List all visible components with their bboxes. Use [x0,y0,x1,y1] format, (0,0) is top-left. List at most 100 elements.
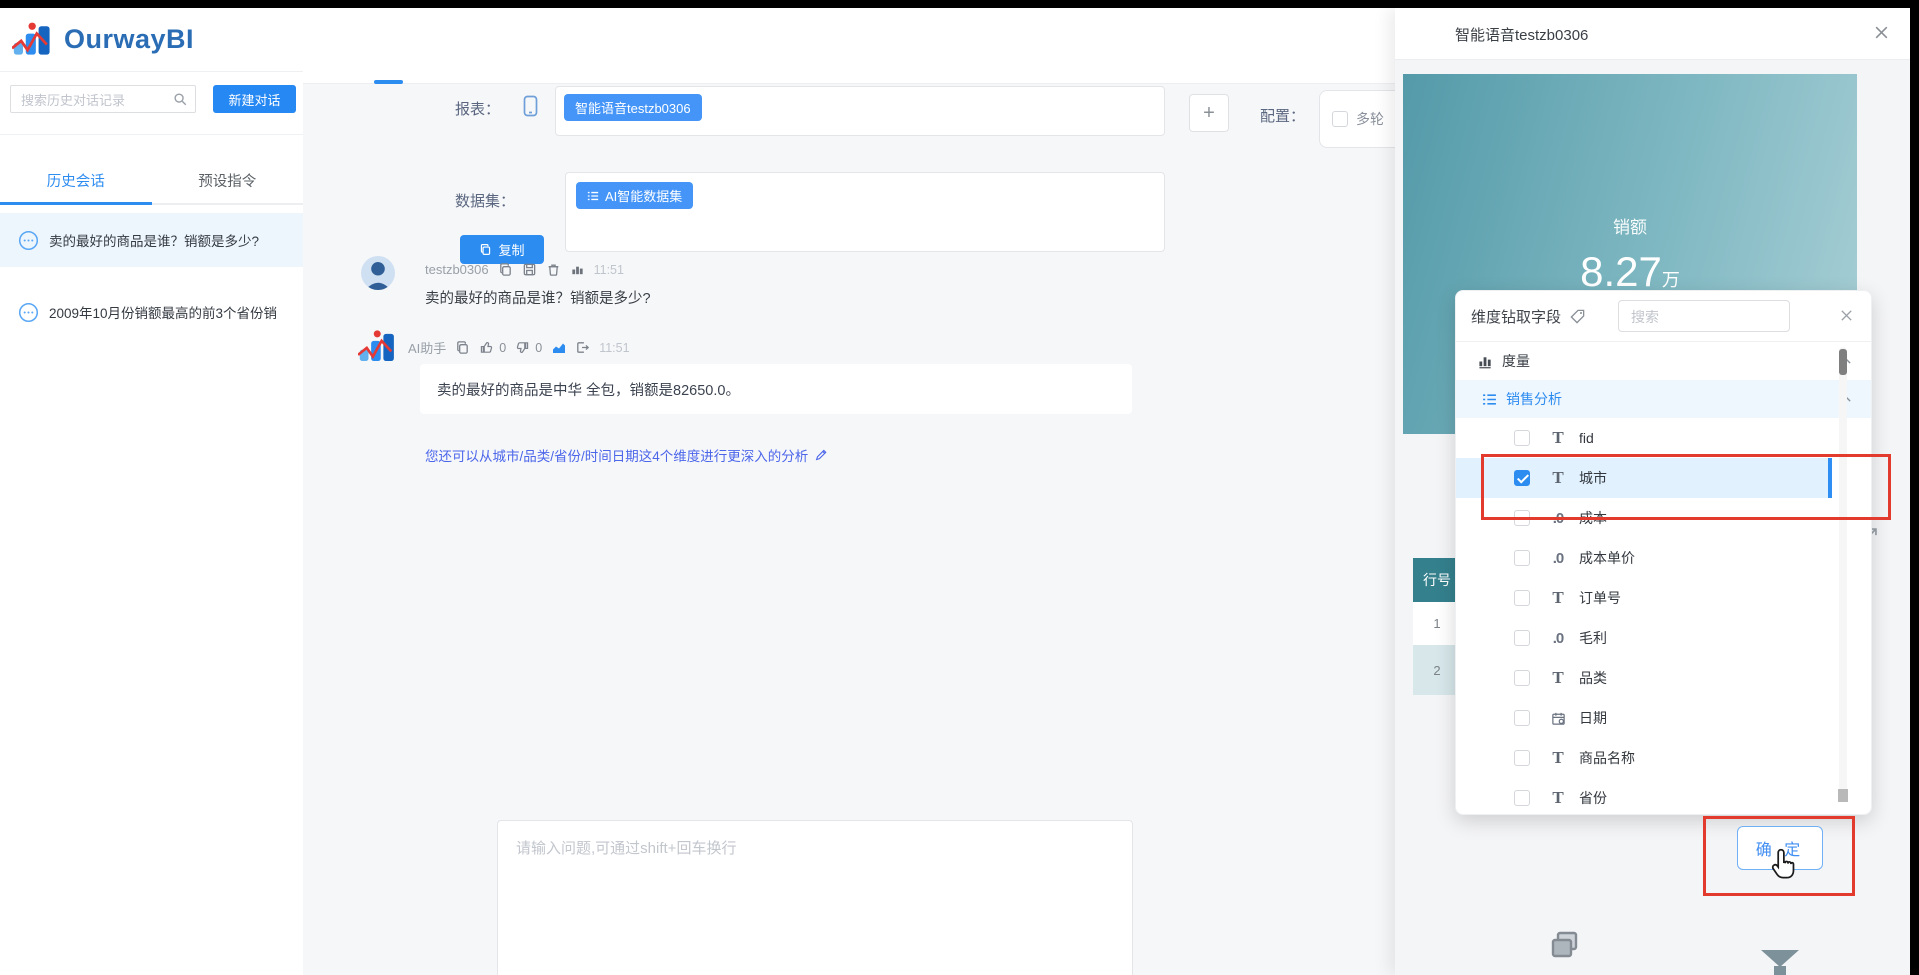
question-composer[interactable] [497,820,1133,975]
field-row-city[interactable]: T 城市 [1456,458,1832,498]
history-item-text: 卖的最好的商品是谁？销额是多少? [49,234,260,249]
field-checkbox[interactable] [1514,430,1530,446]
number-type-icon: .0 [1552,509,1565,527]
field-row-product-name[interactable]: T 商品名称 [1456,738,1832,778]
sidebar-divider [0,134,303,135]
multi-turn-checkbox[interactable] [1332,111,1348,127]
edit-pencil-icon [814,448,828,462]
ai-message-text: 卖的最好的商品是中华 全包，销额是82650.0。 [437,382,740,399]
field-row-category[interactable]: T 品类 [1456,658,1832,698]
thumbs-down-count: 0 [535,340,543,355]
grid-cell: 2 [1413,645,1461,695]
field-row-province[interactable]: T 省份 [1456,778,1832,814]
dataset-label: 数据集： [455,193,516,210]
number-type-icon: .0 [1552,549,1565,567]
history-search[interactable] [10,85,196,113]
text-type-icon: T [1552,588,1564,607]
field-checkbox[interactable] [1514,750,1530,766]
drill-suggestion-link[interactable]: 您还可以从城市/品类/省份/时间日期这4个维度进行更深入的分析 [425,445,828,465]
add-report-button[interactable]: + [1189,94,1229,132]
copy-message-icon[interactable] [498,262,513,277]
logo-chart-icon [12,21,56,59]
copy-message-icon[interactable] [455,340,470,355]
text-type-icon: T [1552,748,1564,767]
field-checkbox[interactable] [1514,710,1530,726]
field-checkbox[interactable] [1514,670,1530,686]
scrollbar-down-button[interactable] [1838,789,1848,802]
multi-turn-label: 多轮 [1356,111,1384,127]
report-tag[interactable]: 智能语音testzb0306 [564,94,702,121]
field-row-fid[interactable]: T fid [1456,418,1832,458]
scrollbar-thumb[interactable] [1839,349,1847,375]
layers-icon[interactable] [1545,926,1585,966]
field-checkbox[interactable] [1514,590,1530,606]
grid-header-cell: 行号 [1413,558,1461,602]
app-window: OurwayBI 新建对话 历史会话 预设指令 [0,8,1910,975]
mouse-cursor-icon [1767,848,1799,880]
export-icon[interactable] [575,340,590,355]
drill-close-icon[interactable] [1839,308,1854,323]
field-checkbox[interactable] [1514,630,1530,646]
field-row-cost-unit-price[interactable]: .0 成本单价 [1456,538,1832,578]
user-message-header: testzb0306 11:51 [425,262,624,277]
drill-search[interactable] [1618,300,1790,332]
history-search-input[interactable] [19,87,173,113]
ai-message-header: AI助手 0 0 11:51 [408,338,630,357]
measure-icon [1478,354,1493,369]
tab-history[interactable]: 历史会话 [0,158,152,205]
history-item[interactable]: 2009年10月份销额最高的前3个省份销 [0,285,303,339]
config-label: 配置： [1260,108,1306,125]
filter-icon-stem [1774,966,1786,975]
text-type-icon: T [1552,468,1564,487]
delete-message-icon[interactable] [546,262,561,277]
area-chart-icon[interactable] [551,340,566,355]
tab-presets[interactable]: 预设指令 [152,158,304,203]
search-icon [173,92,188,107]
field-row-gross-profit[interactable]: .0 毛利 [1456,618,1832,658]
thumbs-down-icon[interactable] [515,340,530,355]
right-black-strip [1910,0,1919,975]
ai-message-bubble: 卖的最好的商品是中华 全包，销额是82650.0。 [420,364,1132,414]
field-row-cost[interactable]: .0 成本 [1456,498,1832,538]
panel-close-icon[interactable] [1873,24,1890,41]
chat-bubble-icon [18,302,39,323]
dataset-tag[interactable]: AI智能数据集 [576,182,694,209]
field-row-order-no[interactable]: T 订单号 [1456,578,1832,618]
question-input[interactable] [514,835,1121,959]
save-message-icon[interactable] [522,262,537,277]
grid-cell: 1 [1413,602,1461,645]
drill-field-dropdown: 维度钻取字段 搜索 度量 销售分析 T fid T 城市 .0 成本 .0 成本… [1455,290,1872,815]
user-name: testzb0306 [425,262,489,277]
history-item-text: 2009年10月份销额最高的前3个省份销 [49,306,278,321]
kpi-unit: 万 [1661,269,1680,290]
copy-button[interactable]: 复制 [460,235,544,264]
scrollbar-track[interactable] [1839,347,1847,802]
thumbs-up-icon[interactable] [479,340,494,355]
field-checkbox[interactable] [1514,790,1530,806]
dataset-field[interactable]: AI智能数据集 [565,172,1165,252]
phone-icon [523,95,538,117]
new-chat-button[interactable]: 新建对话 [213,85,296,113]
user-avatar [361,256,395,290]
field-row-date[interactable]: 日期 [1456,698,1832,738]
drill-search-input[interactable] [1629,303,1773,331]
field-checkbox[interactable] [1514,550,1530,566]
filter-icon[interactable] [1761,950,1799,967]
group-measure[interactable]: 度量 [1456,342,1871,380]
group-sales-analysis[interactable]: 销售分析 [1456,380,1871,418]
number-type-icon: .0 [1552,629,1565,647]
list-icon [1482,392,1497,407]
user-message-text: 卖的最好的商品是谁？销额是多少? [425,291,651,307]
kpi-value: 8.27万 [1580,247,1680,295]
top-black-strip [0,0,1919,8]
text-type-icon: T [1552,428,1564,447]
report-field[interactable]: 智能语音testzb0306 [555,86,1165,136]
field-checkbox-checked[interactable] [1514,470,1530,486]
ai-avatar [358,328,400,366]
message-time: 11:51 [593,262,624,277]
history-item[interactable]: 卖的最好的商品是谁？销额是多少? [0,213,303,267]
report-panel: 智能语音testzb0306 销额 8.27万 行号 1 2 维度钻取字段 搜索… [1395,8,1910,975]
kpi-label: 销额 [1613,217,1647,237]
chart-message-icon[interactable] [570,262,585,277]
field-checkbox[interactable] [1514,510,1530,526]
